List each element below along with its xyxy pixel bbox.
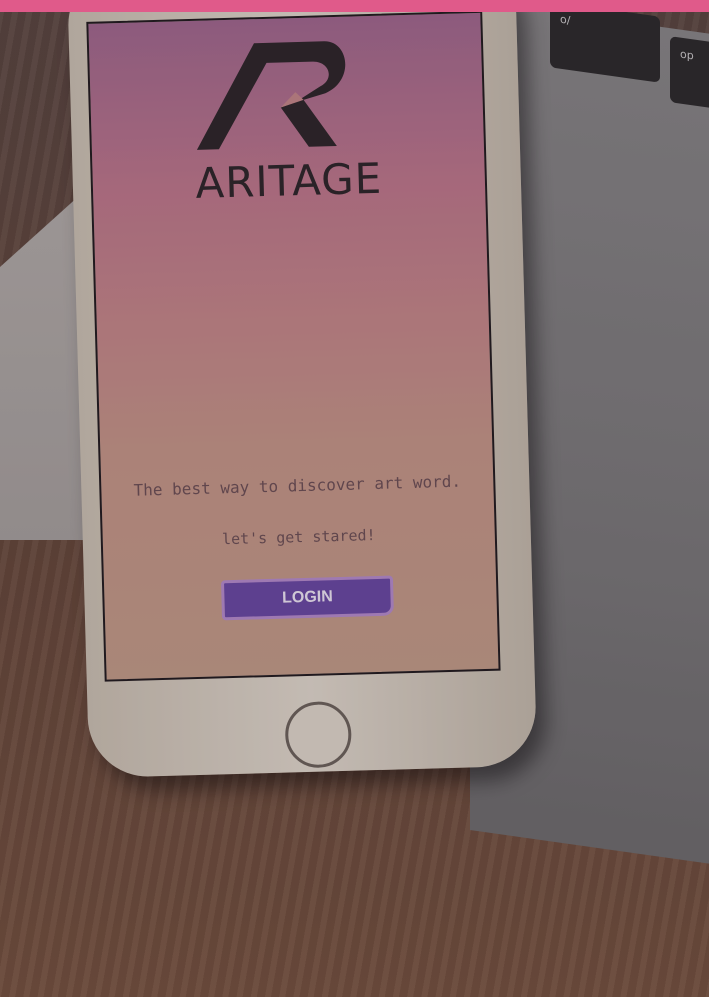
- home-button-icon[interactable]: [284, 700, 353, 769]
- smartphone: ARITAGE The best way to discover art wor…: [66, 0, 538, 779]
- login-button[interactable]: LOGIN: [220, 575, 395, 621]
- phone-screen: ARITAGE The best way to discover art wor…: [86, 10, 501, 682]
- get-started-text: let's get stared!: [221, 526, 376, 549]
- keyboard-key-1-label: o/: [560, 12, 571, 28]
- keyboard-key-1: o/: [550, 1, 660, 83]
- keyboard-key-2: op: [670, 36, 709, 118]
- tagline-text: The best way to discover art word.: [133, 471, 462, 500]
- keyboard-key-2-label: op: [680, 47, 694, 63]
- top-accent-bar: [0, 0, 709, 12]
- aritage-r-logo-icon: [196, 41, 346, 150]
- photo-scene: o/ op ARITAGE The best way to discover a…: [0, 0, 709, 997]
- brand-name: ARITAGE: [194, 153, 383, 208]
